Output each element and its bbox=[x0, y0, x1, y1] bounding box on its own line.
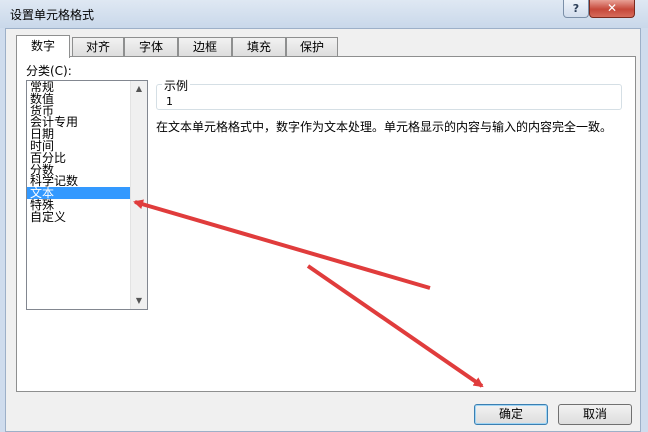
sample-value: 1 bbox=[166, 95, 173, 108]
tab-font[interactable]: 字体 bbox=[124, 37, 178, 57]
ok-button[interactable]: 确定 bbox=[474, 404, 548, 425]
category-item[interactable]: 特殊 bbox=[27, 199, 147, 211]
category-listbox[interactable]: 常规 数值 货币 会计专用 日期 时间 百分比 分数 科学记数 文本 特殊 自定义 ▲ ▼ bbox=[26, 80, 148, 310]
format-description: 在文本单元格格式中，数字作为文本处理。单元格显示的内容与输入的内容完全一致。 bbox=[156, 120, 613, 134]
title-bar: 设置单元格格式 ? ✕ bbox=[0, 0, 648, 28]
help-button[interactable]: ? bbox=[563, 0, 589, 18]
tab-number[interactable]: 数字 bbox=[16, 35, 70, 58]
scroll-up-icon[interactable]: ▲ bbox=[131, 81, 147, 97]
tab-fill[interactable]: 填充 bbox=[232, 37, 286, 57]
category-label: 分类(C): bbox=[26, 64, 72, 78]
category-item[interactable]: 时间 bbox=[27, 140, 147, 152]
category-item[interactable]: 百分比 bbox=[27, 152, 147, 164]
tab-border[interactable]: 边框 bbox=[178, 37, 232, 57]
tab-alignment[interactable]: 对齐 bbox=[72, 37, 124, 57]
tab-protection[interactable]: 保护 bbox=[286, 37, 338, 57]
scrollbar[interactable]: ▲ ▼ bbox=[130, 81, 147, 309]
sample-box bbox=[156, 84, 622, 110]
sample-label: 示例 bbox=[162, 77, 191, 94]
category-item[interactable]: 自定义 bbox=[27, 211, 147, 223]
category-item[interactable]: 数值 bbox=[27, 93, 147, 105]
cancel-button[interactable]: 取消 bbox=[558, 404, 632, 425]
dialog-title: 设置单元格格式 bbox=[10, 8, 95, 22]
category-list: 常规 数值 货币 会计专用 日期 时间 百分比 分数 科学记数 文本 特殊 自定义 bbox=[27, 81, 147, 223]
close-button[interactable]: ✕ bbox=[589, 0, 635, 18]
scroll-down-icon[interactable]: ▼ bbox=[131, 293, 147, 309]
